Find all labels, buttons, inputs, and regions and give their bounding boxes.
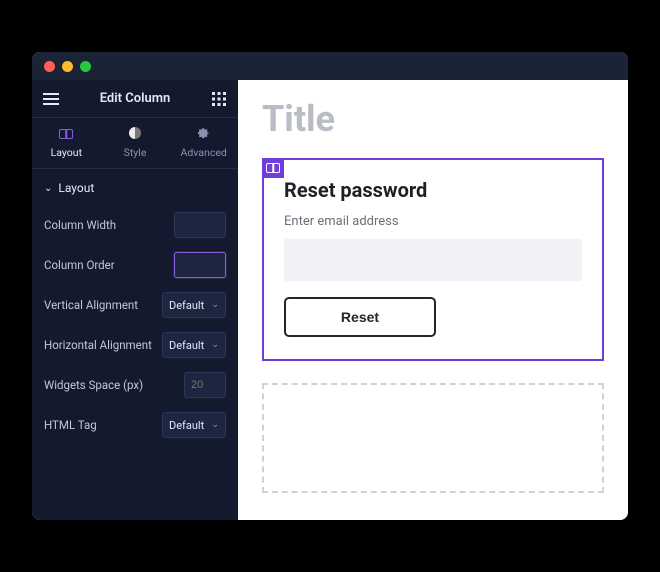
close-window-button[interactable] xyxy=(44,61,55,72)
panel-tabs: Layout Style Advanced xyxy=(32,118,238,169)
app-window: Edit Column Layout Style xyxy=(32,52,628,520)
column-width-input[interactable] xyxy=(174,212,226,238)
page-title: Title xyxy=(262,98,604,140)
field-label: HTML Tag xyxy=(44,418,97,432)
tab-advanced[interactable]: Advanced xyxy=(169,118,238,168)
field-vertical-alignment: Vertical Alignment Default ⌄ xyxy=(32,285,238,325)
horizontal-alignment-select[interactable]: Default ⌄ xyxy=(162,332,226,358)
panel-header: Edit Column xyxy=(32,80,238,118)
email-input[interactable] xyxy=(284,239,582,281)
maximize-window-button[interactable] xyxy=(80,61,91,72)
minimize-window-button[interactable] xyxy=(62,61,73,72)
gear-icon xyxy=(169,124,238,138)
form-heading: Reset password xyxy=(284,178,582,202)
selected-column[interactable]: Reset password Enter email address Reset xyxy=(262,158,604,361)
app-body: Edit Column Layout Style xyxy=(32,80,628,520)
column-edit-handle[interactable] xyxy=(262,158,284,178)
widgets-grid-icon[interactable] xyxy=(210,90,228,108)
chevron-down-icon: ⌄ xyxy=(44,183,52,194)
field-label: Column Order xyxy=(44,258,115,272)
chevron-down-icon: ⌄ xyxy=(211,300,219,310)
vertical-alignment-select[interactable]: Default ⌄ xyxy=(162,292,226,318)
select-value: Default xyxy=(169,339,204,352)
column-order-input[interactable] xyxy=(174,252,226,278)
editor-panel: Edit Column Layout Style xyxy=(32,80,238,520)
widgets-space-input[interactable] xyxy=(184,372,226,398)
section-title: Layout xyxy=(58,181,94,195)
section-layout-header[interactable]: ⌄ Layout xyxy=(32,169,238,205)
field-column-width: Column Width xyxy=(32,205,238,245)
field-horizontal-alignment: Horizontal Alignment Default ⌄ xyxy=(32,325,238,365)
reset-button[interactable]: Reset xyxy=(284,297,436,337)
field-label: Vertical Alignment xyxy=(44,298,138,312)
column-icon xyxy=(266,163,280,173)
select-value: Default xyxy=(169,419,204,432)
field-label: Horizontal Alignment xyxy=(44,338,152,352)
html-tag-select[interactable]: Default ⌄ xyxy=(162,412,226,438)
field-column-order: Column Order xyxy=(32,245,238,285)
tab-label: Layout xyxy=(51,146,82,159)
tab-style[interactable]: Style xyxy=(101,118,170,168)
select-value: Default xyxy=(169,299,204,312)
empty-section-placeholder[interactable] xyxy=(262,383,604,493)
field-widgets-space: Widgets Space (px) xyxy=(32,365,238,405)
page-canvas: Title Reset password Enter email address… xyxy=(238,80,628,520)
chevron-down-icon: ⌄ xyxy=(211,340,219,350)
panel-title: Edit Column xyxy=(60,91,210,106)
tab-layout[interactable]: Layout xyxy=(32,118,101,168)
hamburger-menu-icon[interactable] xyxy=(42,90,60,108)
field-label: Column Width xyxy=(44,218,116,232)
window-titlebar xyxy=(32,52,628,80)
field-html-tag: HTML Tag Default ⌄ xyxy=(32,405,238,445)
tab-label: Style xyxy=(124,146,147,159)
form-label: Enter email address xyxy=(284,214,582,229)
chevron-down-icon: ⌄ xyxy=(211,420,219,430)
field-label: Widgets Space (px) xyxy=(44,378,143,392)
tab-label: Advanced xyxy=(181,146,227,159)
style-icon xyxy=(101,124,170,138)
layout-icon xyxy=(32,124,101,138)
